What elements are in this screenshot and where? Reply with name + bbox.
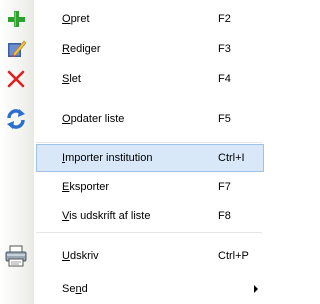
menu-item-label: Rediger: [62, 43, 101, 55]
menu-item-label: Eksporter: [62, 181, 110, 193]
shortcut-label: F4: [218, 73, 231, 85]
shortcut-label: Ctrl+P: [218, 250, 249, 262]
menu-item-send[interactable]: Send: [0, 276, 266, 302]
submenu-arrow-icon: [254, 285, 258, 293]
edit-pencil-icon: [4, 37, 28, 61]
menu-item-slet[interactable]: Slet F4: [0, 64, 266, 94]
menu-item-eksporter[interactable]: Eksporter F7: [0, 172, 266, 202]
menu-item-rediger[interactable]: Rediger F3: [0, 34, 266, 64]
menu-item-udskriv[interactable]: Udskriv Ctrl+P: [0, 236, 266, 276]
plus-icon: [4, 7, 28, 31]
menu-item-label: Opdater liste: [62, 113, 125, 125]
menu-item-vis-udskrift-af-liste[interactable]: Vis udskrift af liste F8: [0, 202, 266, 230]
refresh-arrows-icon: [4, 107, 28, 131]
menu-separator: [36, 142, 262, 143]
shortcut-label: F5: [218, 113, 231, 125]
menu-item-label: Opret: [62, 13, 90, 25]
menu-item-opdater-liste[interactable]: Opdater liste F5: [0, 96, 266, 142]
menu-item-label: Udskriv: [62, 250, 99, 262]
shortcut-label: F8: [218, 210, 231, 222]
shortcut-label: F7: [218, 181, 231, 193]
printer-icon: [4, 244, 28, 268]
menu-item-label: Vis udskrift af liste: [62, 210, 151, 222]
menu-item-label: Send: [62, 283, 88, 295]
context-menu: Opret F2 Rediger F3 Slet F4 Opdater list…: [0, 0, 266, 304]
menu-item-opret[interactable]: Opret F2: [0, 4, 266, 34]
menu-item-importer-institution[interactable]: Importer institution Ctrl+I: [36, 144, 264, 172]
delete-x-icon: [4, 67, 28, 91]
shortcut-label: F3: [218, 43, 231, 55]
menu-item-label: Importer institution: [62, 152, 153, 164]
shortcut-label: Ctrl+I: [218, 152, 245, 164]
menu-item-label: Slet: [62, 73, 81, 85]
shortcut-label: F2: [218, 13, 231, 25]
menu-separator: [36, 232, 262, 233]
